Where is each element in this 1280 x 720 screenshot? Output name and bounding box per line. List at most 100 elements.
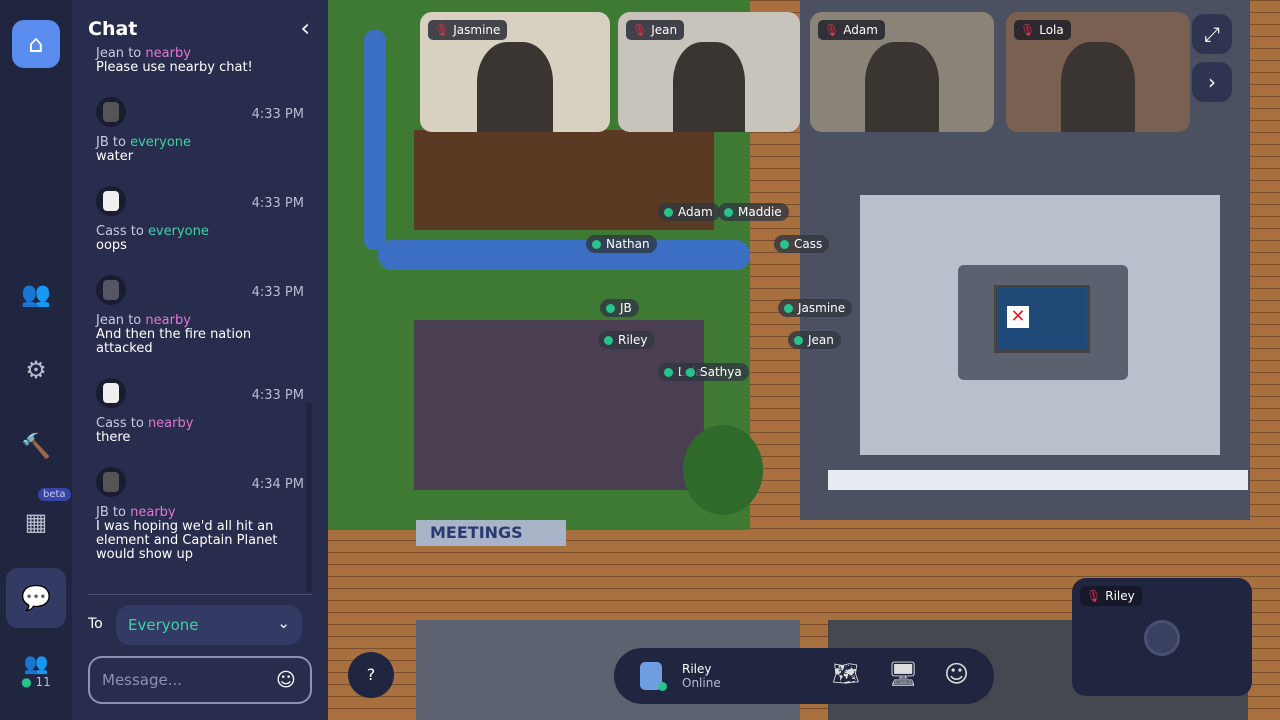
sender-name: Cass: [96, 416, 127, 431]
user-status: Online: [682, 676, 721, 690]
expand-icon: ⤢: [1204, 22, 1220, 46]
player-name-label[interactable]: Jasmine: [778, 299, 853, 317]
river: [364, 30, 386, 250]
audience-label: nearby: [147, 416, 194, 431]
message-header: Cass to nearby: [96, 416, 194, 431]
calendar-button[interactable]: ▦ beta: [12, 488, 71, 546]
chat-button[interactable]: 💬: [6, 568, 66, 628]
message-header: JB to everyone: [96, 135, 192, 150]
sender-name: Cass: [96, 224, 127, 239]
participants-icon: 👥: [23, 651, 49, 675]
mic-muted-icon: 🎙: [1020, 23, 1036, 37]
collapse-chat-button[interactable]: ‹: [300, 14, 310, 42]
chat-message: 4:33 PM JB to everyone water: [72, 89, 312, 164]
sender-name: JB: [96, 135, 109, 150]
recipient-select[interactable]: Everyone ⌄: [116, 605, 302, 645]
message-time: 4:33 PM: [251, 388, 304, 403]
player-name-label[interactable]: Nathan: [586, 235, 657, 253]
message-header: Jean to nearby: [96, 313, 191, 328]
video-name-tag: 🎙 Riley: [1080, 586, 1142, 606]
sender-name: JB: [96, 505, 109, 520]
bottom-bar: Riley Online 🗺 🖥 ☺: [614, 648, 994, 704]
chat-message: 4:33 PM Cass to everyone oops: [72, 178, 312, 253]
home-icon: ⌂: [28, 30, 44, 58]
chat-message: 4:33 PM Jean to nearby And then the fire n…: [72, 267, 312, 356]
message-text: water: [96, 149, 134, 164]
mic-muted-icon: 🎙: [434, 23, 450, 37]
chat-title: Chat: [88, 18, 138, 40]
player-name-label[interactable]: Adam: [658, 203, 720, 221]
video-name-tag: 🎙 Adam: [818, 20, 885, 40]
settings-button[interactable]: ⚙: [12, 346, 60, 394]
emoji-icon[interactable]: ☺: [276, 669, 296, 691]
player-name-label[interactable]: Sathya: [680, 363, 749, 381]
river: [378, 240, 750, 270]
mic-muted-icon: 🎙: [632, 23, 648, 37]
video-tile[interactable]: 🎙 Jean: [618, 12, 800, 132]
video-tile[interactable]: 🎙 Jasmine: [420, 12, 610, 132]
chat-message: 4:34 PM JB to nearby I was hoping we'd all…: [72, 459, 312, 562]
participant-count: 11: [35, 675, 51, 689]
chevron-right-icon: ›: [1208, 70, 1216, 94]
message-header: Jean to nearby: [96, 46, 191, 61]
avatar: [96, 97, 126, 127]
hammer-icon: 🔨: [21, 432, 51, 460]
user-name: Riley: [682, 662, 712, 676]
next-videos-button[interactable]: ›: [1192, 62, 1232, 102]
player-name-label[interactable]: Maddie: [718, 203, 789, 221]
help-button[interactable]: ?: [348, 652, 394, 698]
map-icon[interactable]: 🗺: [832, 662, 860, 687]
wall: [828, 470, 1248, 490]
video-name-tag: 🎙 Lola: [1014, 20, 1071, 40]
left-rail: ⌂ 👥 ⚙ 🔨 ▦ beta 💬 👥 ● 11: [0, 0, 72, 720]
chat-icon: 💬: [21, 584, 51, 612]
expand-button[interactable]: ⤢: [1192, 14, 1232, 54]
participant-video: [477, 42, 553, 132]
player-name-label[interactable]: Jean: [788, 331, 841, 349]
tree: [683, 425, 763, 515]
calendar-icon: ▦: [24, 508, 48, 536]
message-time: 4:33 PM: [251, 196, 304, 211]
home-button[interactable]: ⌂: [12, 20, 60, 68]
chat-message: 4:33 PM Cass to nearby there: [72, 370, 312, 445]
self-video-tile[interactable]: 🎙 Riley: [1072, 578, 1252, 696]
sender-name: Jean: [96, 46, 125, 61]
audience-label: everyone: [130, 135, 192, 150]
gear-icon: ⚙: [25, 356, 47, 384]
participant-video: [672, 42, 746, 132]
message-text: there: [96, 430, 131, 445]
message-text: oops: [96, 238, 127, 253]
video-tile[interactable]: 🎙 Adam: [810, 12, 994, 132]
audience-label: nearby: [145, 46, 191, 61]
video-name-tag: 🎙 Jasmine: [428, 20, 508, 40]
message-time: 4:33 PM: [251, 285, 304, 300]
people-button[interactable]: 👥: [12, 270, 60, 318]
avatar: [96, 378, 126, 408]
mic-muted-icon: 🎙: [1086, 589, 1102, 603]
player-name-label[interactable]: Riley: [598, 331, 655, 349]
avatar: [96, 467, 126, 497]
sender-name: Jean: [96, 313, 125, 328]
participant-video: [1061, 42, 1135, 132]
chat-message: Jean to nearby Please use nearby chat!: [72, 46, 312, 75]
to-label: To: [88, 616, 103, 632]
meetings-sign: MEETINGS: [416, 520, 566, 546]
player-name-label[interactable]: JB: [600, 299, 639, 317]
mic-muted-icon: 🎙: [824, 23, 840, 37]
message-header: Cass to everyone: [96, 224, 209, 239]
room-floor: [414, 320, 704, 490]
chevron-down-icon: ⌄: [277, 614, 290, 632]
audience-label: nearby: [130, 505, 176, 520]
close-status-icon: ✕: [1007, 306, 1029, 328]
player-name-label[interactable]: Cass: [774, 235, 830, 253]
divider: [88, 594, 312, 595]
audience-label: everyone: [147, 224, 209, 239]
scrollbar[interactable]: [306, 402, 312, 592]
participants-button[interactable]: 👥 ● 11: [12, 646, 60, 694]
video-tile[interactable]: 🎙 Lola: [1006, 12, 1190, 132]
chat-panel: Chat ‹ Jean to nearby Please use nearby c…: [72, 0, 328, 720]
screen-share-icon[interactable]: 🖥: [888, 660, 918, 688]
emoji-reaction-icon[interactable]: ☺: [944, 660, 969, 688]
build-button[interactable]: 🔨: [12, 422, 60, 470]
beta-badge: beta: [38, 488, 71, 501]
